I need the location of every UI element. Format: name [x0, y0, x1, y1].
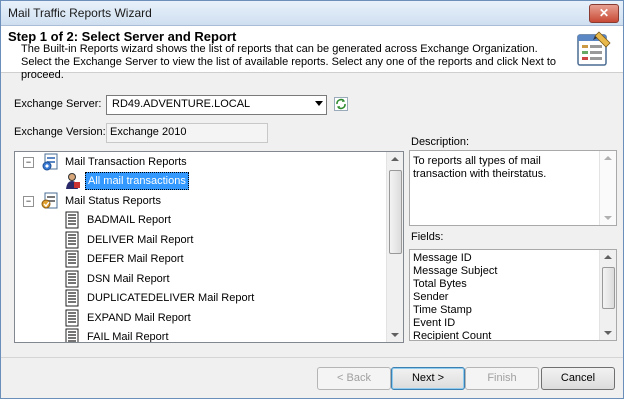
footer-divider	[1, 357, 623, 358]
exchange-server-select[interactable]: RD49.ADVENTURE.LOCAL	[106, 95, 327, 115]
mail-transaction-icon	[42, 153, 58, 171]
user-report-icon	[66, 173, 80, 189]
version-value: Exchange 2010	[110, 126, 187, 138]
description-text: To reports all types of mail transaction…	[413, 155, 547, 180]
wizard-report-icon	[577, 31, 611, 66]
back-button[interactable]: < Back	[317, 367, 391, 390]
fields-list[interactable]: Message ID Message Subject Total Bytes S…	[409, 249, 617, 341]
list-item[interactable]: Total Bytes	[413, 278, 467, 291]
description-scrollbar[interactable]	[599, 151, 616, 225]
exchange-version-field: Exchange 2010	[106, 123, 268, 143]
list-item[interactable]: Event ID	[413, 317, 455, 330]
tree-item-label: BADMAIL Report	[87, 214, 171, 226]
tree-group-label: Mail Transaction Reports	[65, 156, 187, 168]
tree-item-label: FAIL Mail Report	[87, 331, 169, 343]
list-item[interactable]: Message ID	[413, 252, 472, 265]
step-title: Step 1 of 2: Select Server and Report	[8, 29, 237, 44]
server-label: Exchange Server:	[14, 98, 102, 110]
description-label: Description:	[411, 136, 470, 148]
scroll-down-icon[interactable]	[604, 216, 612, 220]
close-icon: ✕	[598, 6, 610, 20]
tree-item-label: DEFER Mail Report	[87, 253, 184, 265]
document-icon	[65, 289, 79, 307]
fields-scrollbar[interactable]	[599, 250, 616, 340]
list-item[interactable]: Recipient Count	[413, 330, 491, 340]
document-icon	[65, 309, 79, 327]
server-value: RD49.ADVENTURE.LOCAL	[112, 98, 251, 110]
document-icon	[65, 270, 79, 288]
tree-item-label: DELIVER Mail Report	[87, 234, 194, 246]
cancel-button[interactable]: Cancel	[541, 367, 615, 390]
list-item[interactable]: Time Stamp	[413, 304, 472, 317]
document-icon	[65, 211, 79, 229]
step-description: The Built-in Reports wizard shows the li…	[21, 43, 557, 81]
wizard-header: Step 1 of 2: Select Server and Report Th…	[1, 26, 623, 81]
title-bar: Mail Traffic Reports Wizard ✕	[1, 1, 623, 26]
tree-item-label: DSN Mail Report	[87, 273, 170, 285]
version-label: Exchange Version:	[14, 126, 106, 138]
list-item[interactable]: Sender	[413, 291, 448, 304]
tree-item-label: DUPLICATEDELIVER Mail Report	[87, 292, 255, 304]
mail-status-icon	[41, 192, 58, 209]
tree-item-label: All mail transactions	[85, 172, 189, 190]
scroll-up-icon[interactable]	[604, 255, 612, 259]
tree-group-label: Mail Status Reports	[65, 195, 161, 207]
tree-item-label: EXPAND Mail Report	[87, 312, 191, 324]
scroll-thumb[interactable]	[389, 170, 402, 254]
document-icon	[65, 231, 79, 249]
list-item[interactable]: Message Subject	[413, 265, 497, 278]
document-icon	[65, 328, 79, 342]
finish-button[interactable]: Finish	[465, 367, 539, 390]
fields-label: Fields:	[411, 231, 444, 243]
window-title: Mail Traffic Reports Wizard	[8, 6, 152, 20]
wizard-window: Mail Traffic Reports Wizard ✕ Step 1 of …	[0, 0, 624, 399]
scroll-up-icon[interactable]	[604, 156, 612, 160]
scroll-up-icon[interactable]	[391, 157, 399, 161]
report-tree[interactable]: − Mail Transaction Reports All mail tran…	[14, 151, 404, 343]
collapse-transaction-group[interactable]: −	[23, 157, 34, 168]
scroll-down-icon[interactable]	[604, 331, 612, 335]
refresh-icon[interactable]	[334, 97, 348, 111]
chevron-down-icon	[315, 101, 323, 106]
document-icon	[65, 250, 79, 268]
scroll-thumb[interactable]	[602, 267, 615, 309]
collapse-status-group[interactable]: −	[23, 196, 34, 207]
scroll-down-icon[interactable]	[391, 333, 399, 337]
close-button[interactable]: ✕	[589, 4, 619, 23]
tree-scrollbar[interactable]	[386, 152, 403, 342]
description-box: To reports all types of mail transaction…	[409, 150, 617, 226]
next-button[interactable]: Next >	[391, 367, 465, 390]
